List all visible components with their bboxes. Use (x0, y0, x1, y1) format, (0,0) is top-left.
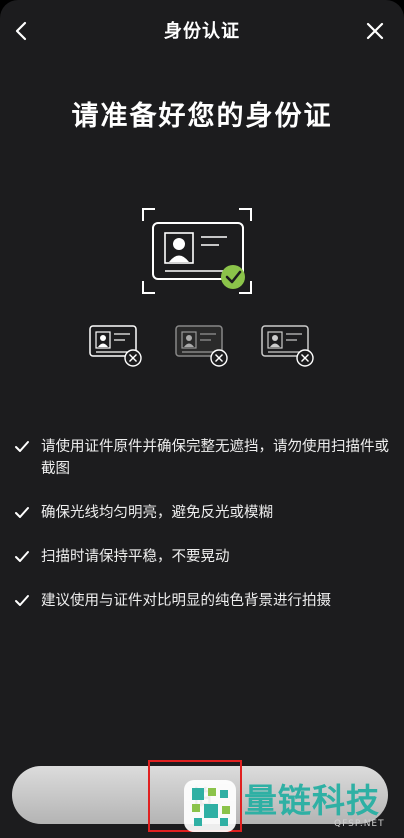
id-card-photo-wrong-icon (88, 322, 146, 370)
id-card-glare-wrong-icon (260, 322, 318, 370)
check-icon (15, 441, 29, 452)
top-nav-bar: 身份认证 (0, 0, 404, 62)
check-icon (15, 551, 29, 562)
page-heading: 请准备好您的身份证 (71, 101, 333, 132)
verification-screen: 身份认证 请准备好您的身份证 请使用证件原件并确保完整无遮挡，请勿使用扫描件或截… (0, 0, 404, 838)
id-card-correct-icon (141, 205, 265, 301)
tip-text: 扫描时请保持平稳，不要晃动 (41, 549, 230, 565)
watermark-logo-icon (184, 780, 236, 832)
id-card-blurry-wrong-icon (174, 322, 232, 370)
tip-item: 扫描时请保持平稳，不要晃动 (14, 546, 390, 568)
tip-item: 确保光线均匀明亮，避免反光或模糊 (14, 502, 390, 524)
close-button[interactable] (362, 18, 388, 44)
tips-list: 请使用证件原件并确保完整无遮挡，请勿使用扫描件或截图 确保光线均匀明亮，避免反光… (14, 436, 390, 634)
tip-item: 请使用证件原件并确保完整无遮挡，请勿使用扫描件或截图 (14, 436, 390, 480)
watermark-text: 量链科技 (244, 781, 380, 820)
close-icon (366, 22, 384, 40)
watermark: 量链科技 QFSP.NET (180, 774, 402, 838)
tip-text: 请使用证件原件并确保完整无遮挡，请勿使用扫描件或截图 (41, 439, 389, 477)
tip-item: 建议使用与证件对比明显的纯色背景进行拍摄 (14, 590, 390, 612)
nav-title: 身份认证 (164, 21, 240, 42)
tip-text: 建议使用与证件对比明显的纯色背景进行拍摄 (41, 593, 331, 609)
check-icon (15, 595, 29, 606)
watermark-subtext: QFSP.NET (334, 819, 385, 829)
check-icon (15, 507, 29, 518)
tip-text: 确保光线均匀明亮，避免反光或模糊 (41, 505, 273, 521)
